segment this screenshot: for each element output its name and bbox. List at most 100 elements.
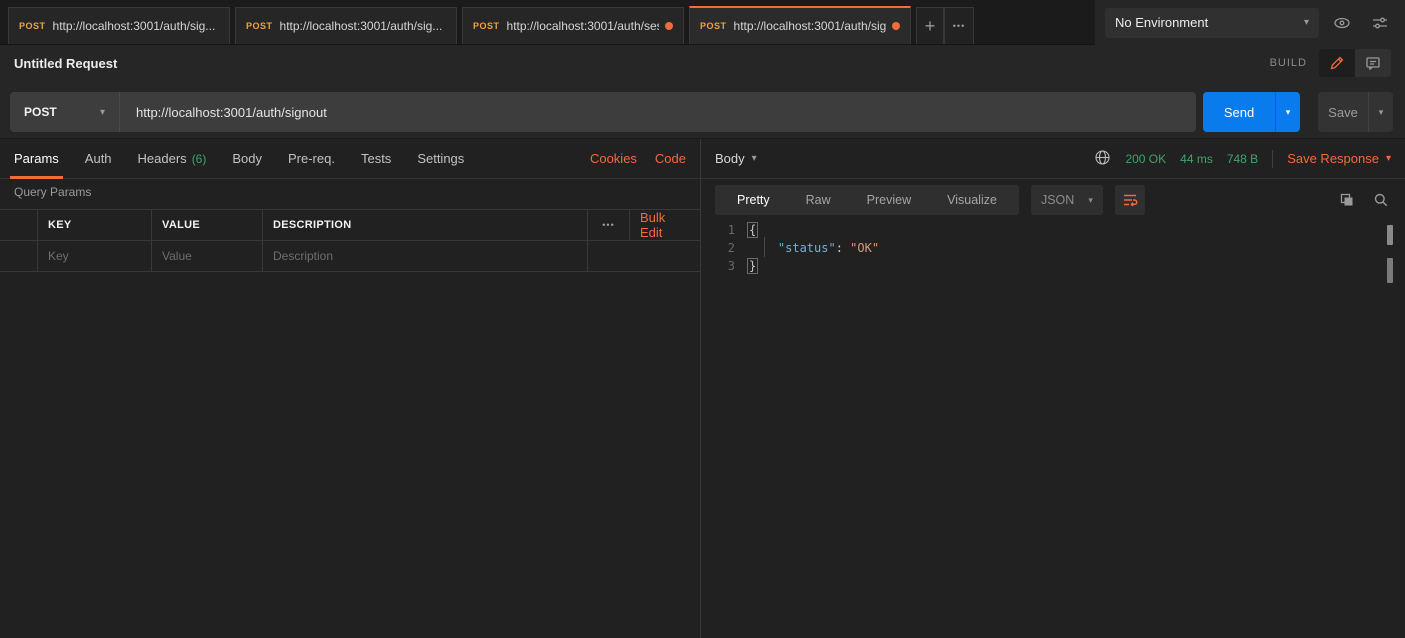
tab-body[interactable]: Body — [232, 139, 262, 179]
tab-params[interactable]: Params — [14, 139, 59, 179]
format-selector[interactable]: JSON ▾ — [1031, 185, 1103, 215]
description-input[interactable] — [273, 249, 577, 263]
view-tab-raw[interactable]: Raw — [788, 185, 849, 215]
cookies-link[interactable]: Cookies — [590, 151, 637, 166]
save-response-label: Save Response — [1287, 151, 1379, 166]
search-icon — [1373, 192, 1389, 208]
response-meta: 200 OK 44 ms 748 B Save Response ▾ — [1094, 149, 1391, 169]
row-trailing-cell — [630, 241, 700, 271]
method-badge: POST — [246, 21, 273, 31]
value-column-header: VALUE — [152, 210, 263, 240]
request-tabs-strip: POST http://localhost:3001/auth/sig... P… — [0, 0, 1095, 45]
key-input[interactable] — [48, 249, 141, 263]
environment-settings-button[interactable] — [1365, 8, 1395, 38]
bulk-edit-link[interactable]: Bulk Edit — [640, 210, 690, 240]
value-cell — [152, 241, 263, 271]
code-line: 1 { — [701, 221, 1405, 239]
json-separator: : — [836, 241, 850, 255]
tab-headers-label: Headers — [138, 151, 187, 166]
comments-button[interactable] — [1355, 49, 1391, 77]
environment-quick-look-button[interactable] — [1327, 8, 1357, 38]
line-number: 1 — [701, 221, 749, 239]
response-body-viewer[interactable]: 1 { 2 "status": "OK" 3 } — [701, 221, 1405, 638]
line-number: 2 — [701, 239, 749, 257]
view-tab-pretty[interactable]: Pretty — [719, 185, 788, 215]
view-tab-preview[interactable]: Preview — [849, 185, 929, 215]
url-input[interactable] — [120, 92, 1196, 132]
query-params-title: Query Params — [14, 185, 91, 199]
scrollbar-thumb[interactable] — [1387, 225, 1393, 245]
response-panel: Body ▾ 200 OK 44 ms 748 B Save Response — [700, 139, 1405, 638]
tab-auth[interactable]: Auth — [85, 139, 112, 179]
tab-settings[interactable]: Settings — [417, 139, 464, 179]
search-button[interactable] — [1371, 190, 1391, 210]
column-options-button[interactable]: ••• — [588, 210, 630, 240]
request-tab-1[interactable]: POST http://localhost:3001/auth/sig... — [8, 7, 230, 44]
request-tab-4-active[interactable]: POST http://localhost:3001/auth/sig... — [689, 6, 911, 44]
response-view-tabs: Pretty Raw Preview Visualize — [715, 185, 1019, 215]
scrollbar-thumb[interactable] — [1387, 258, 1393, 283]
tab-tests[interactable]: Tests — [361, 139, 391, 179]
view-tab-visualize[interactable]: Visualize — [929, 185, 1015, 215]
sliders-icon — [1371, 14, 1389, 32]
method-label: POST — [24, 105, 57, 119]
send-button-group: Send ▾ — [1203, 92, 1300, 132]
response-toolbar: Pretty Raw Preview Visualize JSON ▾ — [715, 185, 1391, 215]
json-value: "OK" — [850, 241, 879, 255]
build-mode-label: BUILD — [1270, 57, 1307, 69]
format-label: JSON — [1041, 193, 1074, 207]
unsaved-dot-icon — [665, 22, 673, 30]
comment-icon — [1365, 55, 1381, 71]
mode-toggle-group — [1319, 49, 1391, 77]
key-column-header: KEY — [38, 210, 152, 240]
description-column-header: DESCRIPTION — [263, 210, 588, 240]
row-select-cell[interactable] — [0, 241, 38, 271]
chevron-down-icon: ▾ — [1386, 153, 1391, 164]
method-badge: POST — [473, 21, 500, 31]
workspace: Params Auth Headers(6) Body Pre-req. Tes… — [0, 139, 1405, 638]
new-tab-button[interactable]: + — [916, 7, 944, 44]
network-info-button[interactable] — [1094, 149, 1111, 169]
code-link[interactable]: Code — [655, 151, 686, 166]
request-title: Untitled Request — [14, 56, 117, 71]
close-brace: } — [747, 258, 758, 274]
bulk-edit-cell: Bulk Edit — [630, 210, 700, 240]
method-selector[interactable]: POST ▾ — [10, 92, 120, 132]
globe-icon — [1094, 149, 1111, 166]
tab-prerequest[interactable]: Pre-req. — [288, 139, 335, 179]
send-button[interactable]: Send — [1203, 92, 1275, 132]
request-tab-2[interactable]: POST http://localhost:3001/auth/sig... — [235, 7, 457, 44]
chevron-down-icon: ▾ — [1304, 17, 1309, 28]
table-row — [0, 241, 700, 272]
tab-options-button[interactable]: ••• — [944, 7, 974, 44]
request-tab-3[interactable]: POST http://localhost:3001/auth/ses... — [462, 7, 684, 44]
request-panel: Params Auth Headers(6) Body Pre-req. Tes… — [0, 139, 700, 638]
response-body-label: Body — [715, 151, 745, 166]
json-key: "status" — [778, 241, 836, 255]
code-line: 2 "status": "OK" — [701, 239, 1405, 257]
edit-mode-button[interactable] — [1319, 49, 1355, 77]
environment-label: No Environment — [1115, 15, 1208, 30]
key-cell — [38, 241, 152, 271]
chevron-down-icon: ▾ — [100, 107, 105, 118]
table-header-row: KEY VALUE DESCRIPTION ••• Bulk Edit — [0, 210, 700, 241]
tab-headers[interactable]: Headers(6) — [138, 139, 207, 179]
response-body-selector[interactable]: Body ▾ — [715, 151, 757, 166]
query-params-table: KEY VALUE DESCRIPTION ••• Bulk Edit — [0, 209, 700, 272]
method-badge: POST — [700, 21, 727, 31]
unsaved-dot-icon — [892, 22, 900, 30]
response-tools — [1337, 190, 1391, 210]
save-button[interactable]: Save — [1318, 92, 1368, 132]
save-options-button[interactable]: ▾ — [1368, 92, 1393, 132]
wrap-text-button[interactable] — [1115, 185, 1145, 215]
copy-button[interactable] — [1337, 190, 1357, 210]
value-input[interactable] — [162, 249, 252, 263]
send-options-button[interactable]: ▾ — [1275, 92, 1300, 132]
environment-selector[interactable]: No Environment ▾ — [1105, 8, 1319, 38]
save-response-button[interactable]: Save Response ▾ — [1287, 151, 1391, 166]
open-brace: { — [747, 222, 758, 238]
request-links: Cookies Code — [590, 151, 686, 166]
method-badge: POST — [19, 21, 46, 31]
response-time: 44 ms — [1180, 152, 1213, 166]
request-url-row: POST ▾ Send ▾ Save ▾ — [0, 92, 1405, 132]
